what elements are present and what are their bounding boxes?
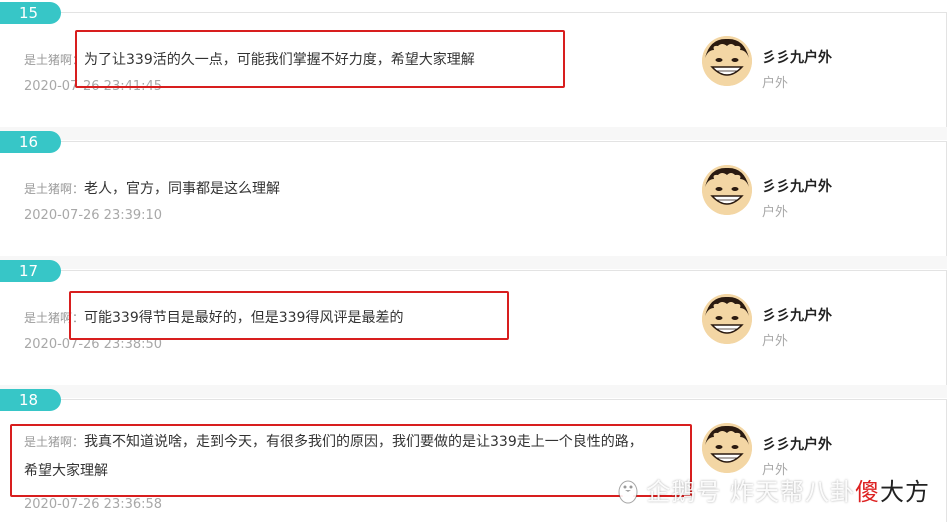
floor-number-badge: 16	[0, 131, 61, 153]
highlight-box	[75, 30, 565, 88]
watermark: 企鹅号 炸天帮八卦傻大方	[614, 472, 930, 507]
watermark-prefix: 企鹅号	[646, 478, 722, 506]
floor-number-badge: 17	[0, 260, 61, 282]
cartoon-face-avatar-icon	[702, 165, 752, 215]
cartoon-face-avatar-icon	[702, 423, 752, 473]
comment-timestamp: 2020-07-26 23:36:58	[24, 497, 163, 512]
user-name[interactable]: 彡彡九户外	[762, 47, 832, 67]
cartoon-face-avatar-icon	[702, 36, 752, 86]
penguin-icon	[618, 480, 638, 504]
highlight-box	[10, 424, 692, 497]
user-category: 户外	[762, 334, 789, 349]
cartoon-face-avatar-icon	[702, 294, 752, 344]
comment-author: 是土猪啊：	[24, 182, 85, 196]
avatar[interactable]	[702, 36, 752, 86]
separator	[0, 384, 947, 398]
highlight-box	[69, 291, 509, 340]
watermark-tail: 大方	[880, 478, 930, 506]
user-name[interactable]: 彡彡九户外	[762, 305, 832, 325]
comment-card: 16 是土猪啊：老人，官方，同事都是这么理解 2020-07-26 23:39:…	[0, 131, 947, 256]
comment-body: 老人，官方，同事都是这么理解	[84, 181, 281, 197]
floor-number-badge: 18	[0, 389, 61, 411]
comment-text: 是土猪啊：老人，官方，同事都是这么理解	[24, 175, 664, 204]
avatar[interactable]	[702, 165, 752, 215]
avatar[interactable]	[702, 423, 752, 473]
avatar[interactable]	[702, 294, 752, 344]
user-name[interactable]: 彡彡九户外	[762, 434, 832, 454]
watermark-channel: 炸天帮八卦	[730, 478, 855, 506]
floor-number-badge: 15	[0, 2, 61, 24]
user-name[interactable]: 彡彡九户外	[762, 176, 832, 196]
separator	[0, 126, 947, 140]
comment-timestamp: 2020-07-26 23:39:10	[24, 208, 163, 223]
watermark-brand: 傻	[855, 478, 880, 506]
user-category: 户外	[762, 76, 789, 91]
user-category: 户外	[762, 205, 789, 220]
separator	[0, 255, 947, 269]
